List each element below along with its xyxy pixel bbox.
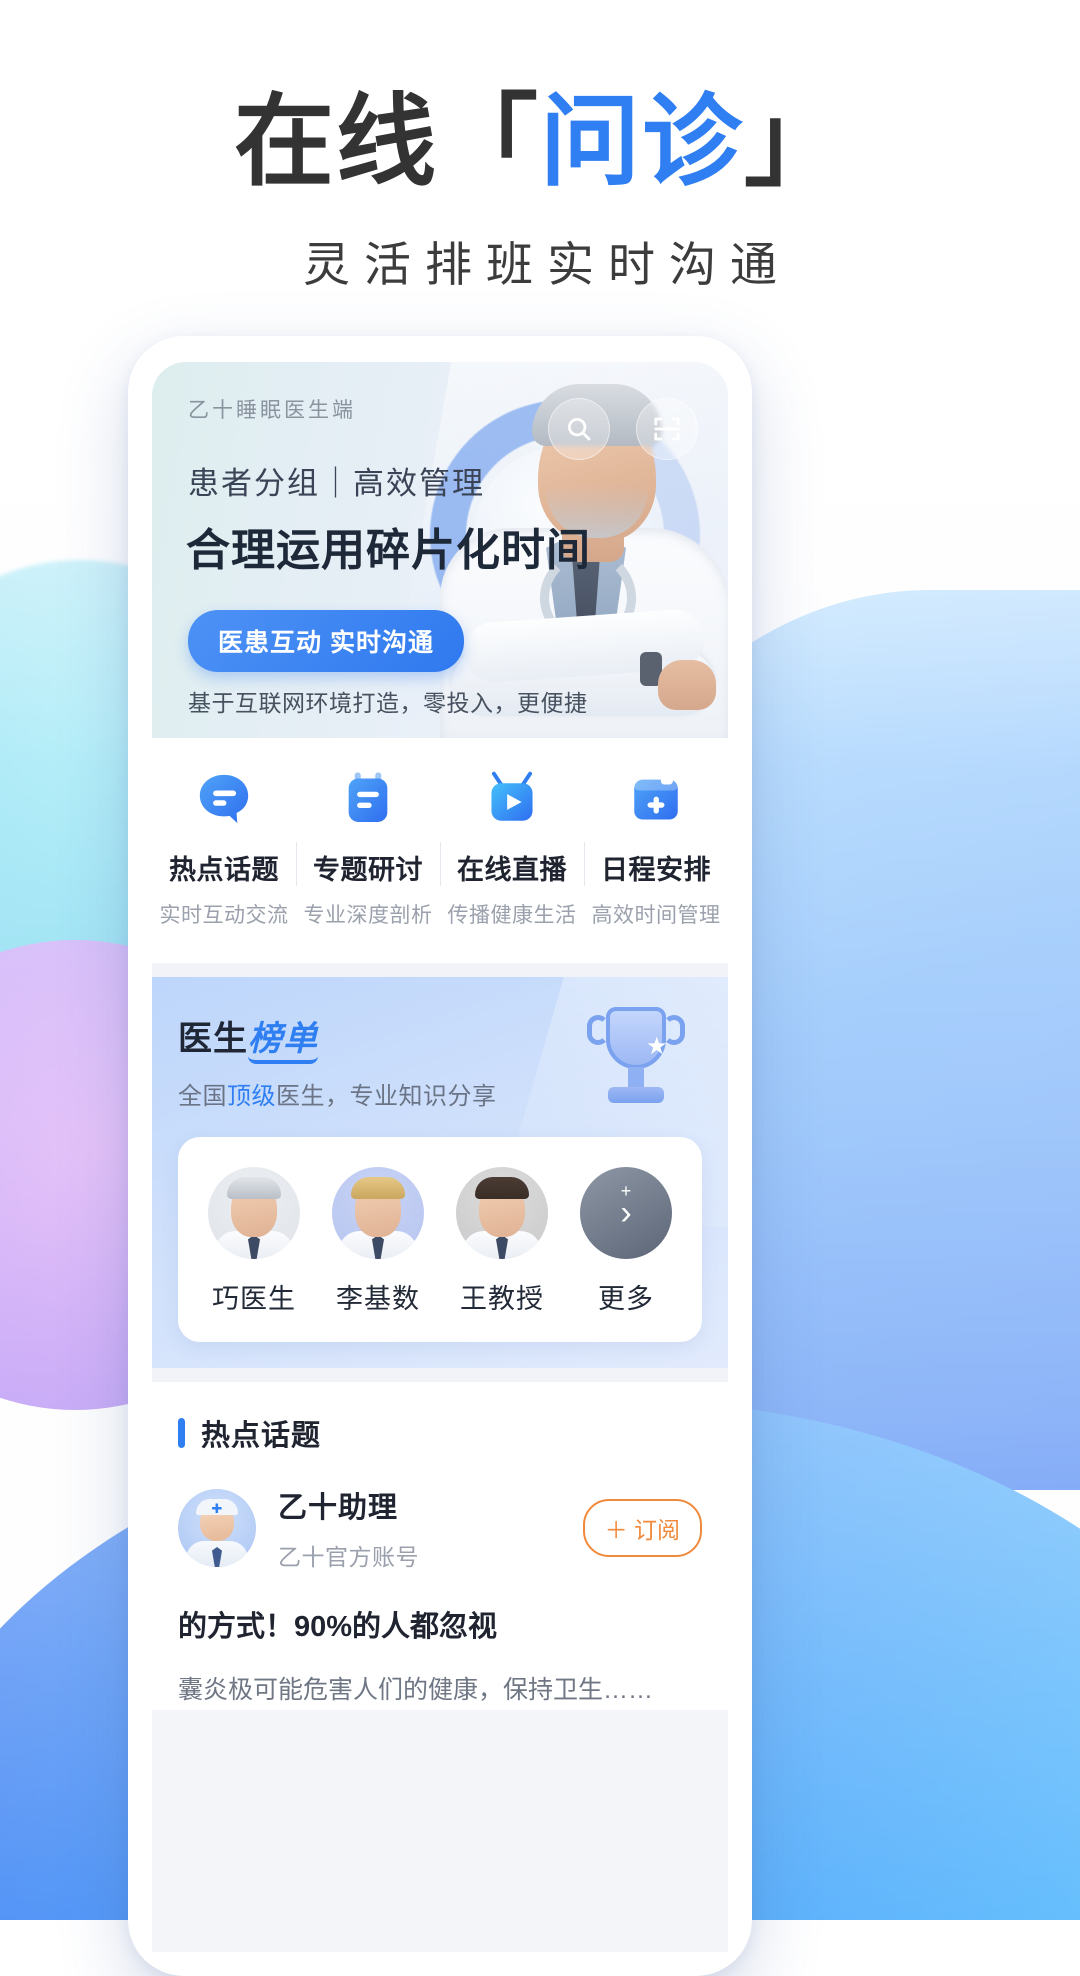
more-avatar: + › xyxy=(580,1167,672,1259)
phone-mockup: 乙十睡眠医生端 患者分组｜高效管理 合理运用碎片化时间 医患互动 实时沟通 基于… xyxy=(128,336,752,1976)
avatar xyxy=(456,1167,548,1259)
feature-label: 日程安排 xyxy=(601,855,711,885)
feature-desc: 高效时间管理 xyxy=(591,904,721,927)
doctor-name: 巧医生 xyxy=(212,1284,296,1314)
app-brand-label: 乙十睡眠医生端 xyxy=(188,399,356,422)
feature-label: 专题研讨 xyxy=(313,855,423,885)
subscribe-button[interactable]: ＋ 订阅 xyxy=(582,1499,702,1557)
page-header: 在线「问诊」 灵活排班实时沟通 xyxy=(0,0,1080,295)
feature-desc: 实时互动交流 xyxy=(159,904,289,927)
ranking-subtitle: 全国顶级医生，专业知识分享 xyxy=(178,1076,702,1111)
avatar-hair xyxy=(351,1177,405,1199)
post-author-name: 乙十助理 xyxy=(278,1492,399,1524)
headline-plain-text: 在线 xyxy=(234,86,438,198)
doctor-name: 更多 xyxy=(598,1284,654,1314)
article-body: 囊炎极可能危害人们的健康，保持卫生…… xyxy=(178,1676,654,1705)
hot-topics-header: 热点话题 xyxy=(178,1412,702,1454)
chevron-right-icon: › xyxy=(620,1193,632,1232)
doctor-list-card: 巧医生 李基数 王教授 + › 更多 xyxy=(178,1137,702,1342)
feature-item-hot-topics[interactable]: 热点话题 实时互动交流 xyxy=(152,768,296,929)
feature-desc: 专业深度剖析 xyxy=(303,904,433,927)
hot-topics-title: 热点话题 xyxy=(201,1420,322,1452)
doctor-hand xyxy=(658,660,716,710)
feature-item-seminars[interactable]: 专题研讨 专业深度剖析 xyxy=(296,768,440,929)
feature-item-schedule[interactable]: 日程安排 高效时间管理 xyxy=(584,768,728,929)
ranking-title-highlight: 榜单 xyxy=(248,1020,318,1064)
page-title: 在线「问诊」 xyxy=(0,86,1080,198)
post-author-meta: 乙十助理 乙十官方账号 xyxy=(278,1484,583,1572)
clipboard-icon xyxy=(337,768,399,830)
doctor-ranking-section: ★ 医生榜单 全国顶级医生，专业知识分享 巧医生 李基数 王教授 + › 更多 xyxy=(152,977,728,1368)
doctor-name: 王教授 xyxy=(460,1284,544,1314)
headline-highlight-text: 问诊 xyxy=(540,86,744,198)
hero-title: 合理运用碎片化时间 xyxy=(186,526,591,575)
feature-desc: 传播健康生活 xyxy=(447,904,577,927)
phone-screen: 乙十睡眠医生端 患者分组｜高效管理 合理运用碎片化时间 医患互动 实时沟通 基于… xyxy=(152,362,728,1952)
live-tv-icon xyxy=(481,768,543,830)
hero-banner: 乙十睡眠医生端 患者分组｜高效管理 合理运用碎片化时间 医患互动 实时沟通 基于… xyxy=(152,362,728,738)
ranking-subtitle-prefix: 全国 xyxy=(178,1083,227,1110)
ranking-subtitle-highlight: 顶级 xyxy=(227,1083,276,1110)
hero-cta-button[interactable]: 医患互动 实时沟通 xyxy=(188,610,464,672)
chat-bubble-icon xyxy=(193,768,255,830)
post-author-account: 乙十官方账号 xyxy=(278,1544,419,1570)
hero-subtitle: 患者分组｜高效管理 xyxy=(188,466,485,501)
avatar-hair xyxy=(227,1177,281,1199)
avatar xyxy=(332,1167,424,1259)
ranking-title: 医生榜单 xyxy=(178,1011,702,1064)
feature-item-live[interactable]: 在线直播 传播健康生活 xyxy=(440,768,584,929)
doctor-name: 李基数 xyxy=(336,1284,420,1314)
feature-row: 热点话题 实时互动交流 专题研讨 专业深度剖析 在线直播 传播健康生活 日程安排… xyxy=(152,738,728,963)
scan-icon[interactable] xyxy=(636,398,698,460)
doctor-item[interactable]: 王教授 xyxy=(440,1167,564,1316)
post-author-row: ✚ 乙十助理 乙十官方账号 ＋ 订阅 xyxy=(178,1484,702,1572)
doctor-item[interactable]: 巧医生 xyxy=(192,1167,316,1316)
feature-label: 热点话题 xyxy=(169,855,279,885)
hero-note: 基于互联网环境打造，零投入，更便捷 xyxy=(188,690,588,716)
ranking-title-plain: 医生 xyxy=(178,1020,248,1058)
doctor-item[interactable]: 李基数 xyxy=(316,1167,440,1316)
avatar[interactable]: ✚ xyxy=(178,1489,256,1567)
avatar xyxy=(208,1167,300,1259)
section-divider xyxy=(152,963,728,977)
search-icon[interactable] xyxy=(548,398,610,460)
avatar-hair xyxy=(475,1177,529,1199)
hot-topics-section: 热点话题 ✚ 乙十助理 乙十官方账号 ＋ 订阅 的方式！90%的人都忽视 囊炎极… xyxy=(152,1382,728,1711)
medical-cross-icon: ✚ xyxy=(211,1501,223,1516)
calendar-add-icon xyxy=(625,768,687,830)
article-title[interactable]: 的方式！90%的人都忽视 xyxy=(178,1606,702,1648)
ranking-subtitle-suffix: 医生，专业知识分享 xyxy=(276,1083,497,1110)
bracket-close: 」 xyxy=(744,86,846,198)
section-accent-bar xyxy=(178,1418,185,1448)
section-divider xyxy=(152,1368,728,1382)
bracket-open: 「 xyxy=(438,86,540,198)
feature-label: 在线直播 xyxy=(457,855,567,885)
doctor-item-more[interactable]: + › 更多 xyxy=(564,1167,688,1316)
page-subtitle: 灵活排班实时沟通 xyxy=(303,238,791,291)
